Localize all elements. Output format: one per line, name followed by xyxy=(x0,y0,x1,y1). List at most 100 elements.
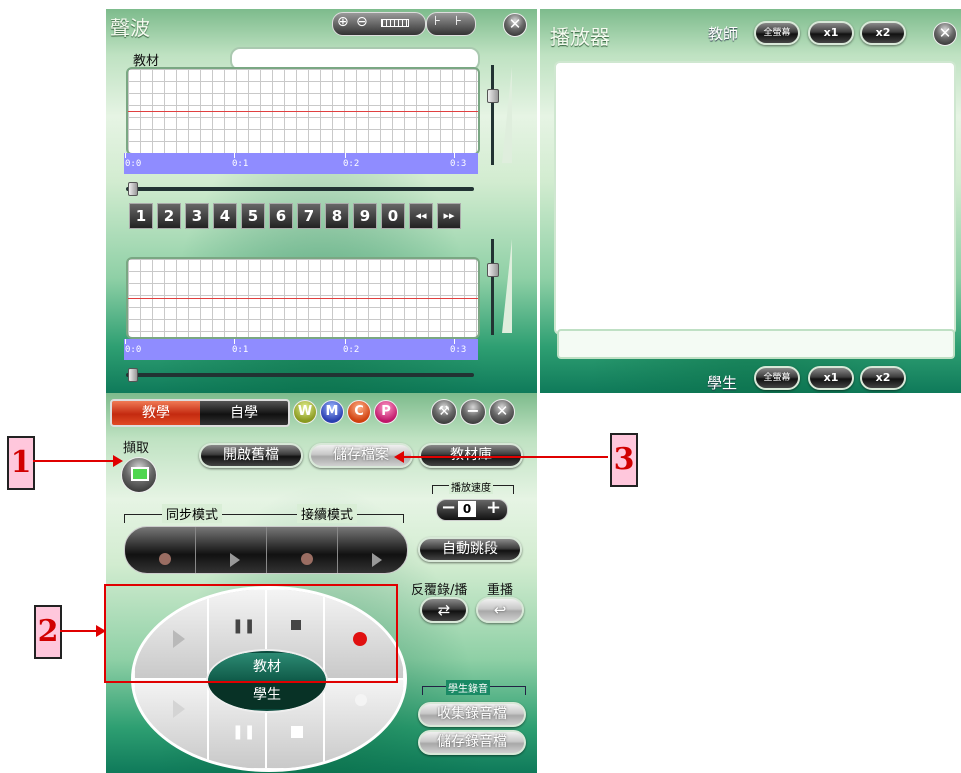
capture-label: 擷取 xyxy=(123,441,150,456)
segment-key-7[interactable]: 7 xyxy=(297,203,321,229)
segment-key-6[interactable]: 6 xyxy=(269,203,293,229)
w-badge-icon[interactable]: W xyxy=(293,400,317,424)
capture-monitor-icon[interactable] xyxy=(121,457,157,493)
close-icon[interactable]: ✕ xyxy=(933,22,957,46)
zoom-in-icon[interactable]: ⊕ xyxy=(337,14,349,30)
student-recording-label: 學生錄音 xyxy=(446,680,490,695)
continuous-mode-label: 接續模式 xyxy=(297,504,358,523)
student-volume-knob[interactable] xyxy=(487,263,499,277)
repeat-record-play-label: 反覆錄/播 xyxy=(411,583,468,598)
tick-label: 0:2 xyxy=(343,345,360,355)
mode-teach-button[interactable]: 教學 xyxy=(112,401,200,425)
mode-toggle: 教學 自學 xyxy=(110,399,290,427)
callout-1: 1 xyxy=(7,436,35,490)
player-panel-title: 播放器 xyxy=(550,25,610,49)
callout-1-arrow xyxy=(33,460,115,462)
student-x2-button[interactable]: x2 xyxy=(860,366,906,390)
callout-2-arrow xyxy=(60,630,98,632)
sync-mode-label: 同步模式 xyxy=(162,504,223,523)
callout-1-arrowhead xyxy=(113,455,123,467)
c-badge-icon[interactable]: C xyxy=(347,400,371,424)
collect-recordings-button[interactable]: 收集錄音檔 xyxy=(418,702,526,727)
segment-key-9[interactable]: 9 xyxy=(353,203,377,229)
student-video-bar[interactable] xyxy=(557,329,955,359)
segment-key-8[interactable]: 8 xyxy=(325,203,349,229)
speed-value: 0 xyxy=(458,501,476,517)
segment-keypad: 1 2 3 4 5 6 7 8 9 0 ◂◂ ▸▸ xyxy=(124,203,478,229)
video-display[interactable] xyxy=(554,61,956,335)
teacher-volume-track[interactable] xyxy=(491,65,494,165)
replay-button[interactable]: ↩ xyxy=(476,597,524,623)
segment-key-2[interactable]: 2 xyxy=(157,203,181,229)
auto-skip-button[interactable]: 自動跳段 xyxy=(418,537,522,562)
student-volume-track[interactable] xyxy=(491,239,494,335)
student-position-knob[interactable] xyxy=(128,368,138,382)
teacher-timeline[interactable]: 0:0 0:1 0:2 0:3 xyxy=(124,153,478,174)
tick-label: 0:0 xyxy=(125,345,142,355)
continuous-record-mode-button[interactable] xyxy=(267,527,338,573)
segment-key-0[interactable]: 0 xyxy=(381,203,405,229)
tick-label: 0:3 xyxy=(450,159,467,169)
m-badge-icon[interactable]: M xyxy=(320,400,344,424)
segment-key-5[interactable]: 5 xyxy=(241,203,265,229)
student-x1-button[interactable]: x1 xyxy=(808,366,854,390)
student-waveform-grid[interactable] xyxy=(126,257,480,339)
student-play-button[interactable] xyxy=(134,679,208,769)
close-icon[interactable]: ✕ xyxy=(503,13,527,37)
teacher-x2-button[interactable]: x2 xyxy=(860,21,906,45)
callout-3-arrowhead xyxy=(394,451,404,463)
tick-label: 0:2 xyxy=(343,159,360,169)
teacher-volume-wedge xyxy=(502,67,512,163)
segment-key-3[interactable]: 3 xyxy=(185,203,209,229)
callout-3-arrow xyxy=(404,456,608,458)
control-panel: 教學 自學 W M C P ⚒ − ✕ 擷取 開啟舊檔 儲存檔案 教材庫 播放速… xyxy=(106,393,537,773)
waveform-panel-title: 聲波 xyxy=(110,16,150,40)
rewind-icon[interactable]: ◂◂ xyxy=(409,203,433,229)
speed-decrease-icon[interactable]: − xyxy=(441,497,456,518)
playback-speed-label: 播放速度 xyxy=(449,479,493,494)
student-fullscreen-button[interactable]: 全螢幕 xyxy=(754,366,800,390)
callout-3: 3 xyxy=(610,433,638,487)
teacher-fullscreen-button[interactable]: 全螢幕 xyxy=(754,21,800,45)
student-label: 學生 xyxy=(707,374,738,392)
ruler-icon[interactable] xyxy=(381,19,409,27)
teacher-position-slider[interactable] xyxy=(126,187,474,191)
sync-record-mode-button[interactable] xyxy=(125,527,196,573)
continuous-play-mode-button[interactable] xyxy=(338,527,407,573)
close-icon[interactable]: ✕ xyxy=(489,399,515,425)
teacher-waveform-baseline xyxy=(128,111,478,112)
replay-label: 重播 xyxy=(487,583,514,598)
settings-tools-icon[interactable]: ⚒ xyxy=(431,399,457,425)
end-marker-icon[interactable]: ⊦ xyxy=(455,14,462,29)
segment-key-1[interactable]: 1 xyxy=(129,203,153,229)
mode-self-button[interactable]: 自學 xyxy=(200,401,288,425)
callout-2-highlight-box xyxy=(104,584,398,683)
start-marker-icon[interactable]: ⊦ xyxy=(434,14,441,29)
save-recordings-button[interactable]: 儲存錄音檔 xyxy=(418,730,526,755)
center-student-button[interactable]: 學生 xyxy=(208,681,326,709)
student-volume-wedge xyxy=(502,239,512,333)
fast-forward-icon[interactable]: ▸▸ xyxy=(437,203,461,229)
teacher-volume-knob[interactable] xyxy=(487,89,499,103)
teacher-waveform-grid[interactable] xyxy=(126,67,480,155)
tick-label: 0:1 xyxy=(232,345,249,355)
open-file-button[interactable]: 開啟舊檔 xyxy=(199,443,303,468)
minimize-icon[interactable]: − xyxy=(460,399,486,425)
teacher-label: 教師 xyxy=(708,25,739,43)
sync-play-mode-button[interactable] xyxy=(196,527,267,573)
student-record-button[interactable] xyxy=(324,679,404,769)
teacher-position-knob[interactable] xyxy=(128,182,138,196)
tick-label: 0:1 xyxy=(232,159,249,169)
segment-key-4[interactable]: 4 xyxy=(213,203,237,229)
student-position-slider[interactable] xyxy=(126,373,474,377)
student-waveform-baseline xyxy=(128,298,478,299)
teacher-x1-button[interactable]: x1 xyxy=(808,21,854,45)
p-badge-icon[interactable]: P xyxy=(374,400,398,424)
waveform-panel: 聲波 ⊕ ⊖ ⊦ ⊦ ✕ 教材 0:0 0:1 0:2 0:3 1 2 3 4 … xyxy=(106,9,537,393)
repeat-record-play-button[interactable]: ⇄ xyxy=(420,597,468,623)
zoom-out-icon[interactable]: ⊖ xyxy=(356,14,368,30)
tick-label: 0:3 xyxy=(450,345,467,355)
callout-2: 2 xyxy=(34,605,62,659)
speed-increase-icon[interactable]: + xyxy=(486,497,501,518)
student-timeline[interactable]: 0:0 0:1 0:2 0:3 xyxy=(124,339,478,360)
